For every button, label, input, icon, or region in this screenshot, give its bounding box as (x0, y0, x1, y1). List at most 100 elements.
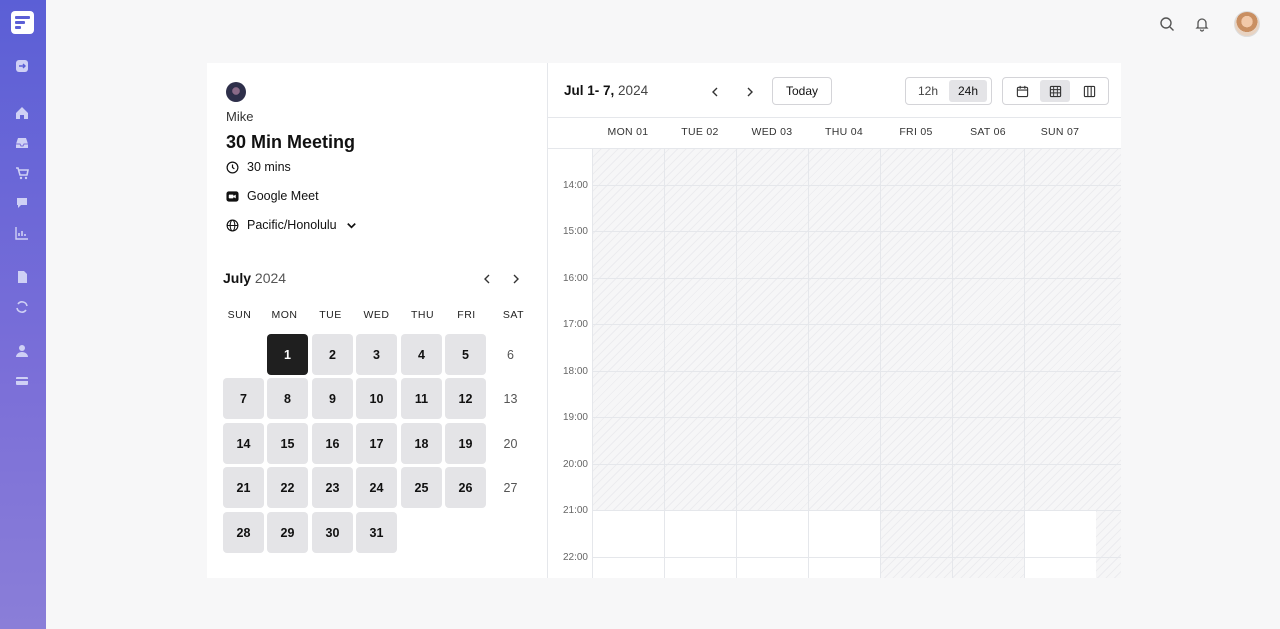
month-title: July 2024 (223, 270, 286, 286)
calendar-day[interactable]: 25 (401, 467, 442, 508)
sidebar (0, 0, 46, 629)
weekday-thu: THU (410, 309, 435, 321)
timezone-text: Pacific/Honolulu (247, 218, 337, 232)
next-month-chevron-right-icon[interactable] (510, 272, 522, 284)
calendar-day[interactable]: 17 (356, 423, 397, 464)
calendar-icon (1016, 85, 1028, 97)
time-label: 21:00 (562, 505, 588, 516)
duration-row: 30 mins (226, 160, 291, 174)
calendar-day[interactable]: 19 (445, 423, 486, 464)
day-column-sun[interactable] (1024, 149, 1096, 578)
user-avatar[interactable] (1234, 11, 1260, 37)
clock-icon (226, 161, 239, 173)
week-range-title: Jul 1- 7, 2024 (564, 83, 648, 98)
calendar-day[interactable]: 10 (356, 378, 397, 419)
calendar-day[interactable]: 30 (312, 512, 353, 553)
week-range: Jul 1- 7, (564, 83, 615, 98)
24h-format-button[interactable]: 24h (949, 80, 987, 102)
calendar-day[interactable]: 24 (356, 467, 397, 508)
home-icon[interactable] (14, 106, 30, 120)
globe-icon (226, 219, 239, 231)
credit-card-icon[interactable] (14, 374, 30, 388)
weekday-fri: FRI (457, 309, 476, 321)
day-column-fri[interactable] (880, 149, 952, 578)
column-view-button[interactable] (1074, 80, 1104, 102)
calendar-day: 6 (507, 347, 514, 362)
timezone-selector[interactable]: Pacific/Honolulu (226, 218, 358, 232)
hour-line (592, 324, 1121, 325)
calendar-day[interactable]: 4 (401, 334, 442, 375)
bell-icon[interactable] (1194, 16, 1210, 32)
time-label: 18:00 (562, 366, 588, 377)
calendar-day: 13 (503, 391, 518, 406)
calendar-day[interactable]: 9 (312, 378, 353, 419)
time-label: 22:00 (562, 552, 588, 563)
today-button[interactable]: Today (772, 77, 832, 105)
day-column-wed[interactable] (736, 149, 808, 578)
host-avatar (226, 82, 246, 102)
location-row: Google Meet (226, 189, 319, 203)
hour-line (592, 417, 1121, 418)
grid-icon (1049, 85, 1061, 97)
week-calendar: Jul 1- 7, 2024 Today 12h 24h MON 01 TUE … (547, 63, 1121, 578)
month-name: July (223, 270, 252, 286)
calendar-day[interactable]: 5 (445, 334, 486, 375)
time-label: 19:00 (562, 412, 588, 423)
chart-icon[interactable] (14, 226, 30, 240)
weekday-wed: WED (363, 309, 390, 321)
weekday-tue: TUE (319, 309, 342, 321)
day-column-mon[interactable] (592, 149, 664, 578)
calendar-day[interactable]: 3 (356, 334, 397, 375)
calendar-day[interactable]: 26 (445, 467, 486, 508)
calendar-day[interactable]: 12 (445, 378, 486, 419)
weekday-mon: MON (271, 309, 298, 321)
day-column-sat[interactable] (952, 149, 1024, 578)
chat-icon[interactable] (14, 196, 30, 210)
app-logo[interactable] (11, 11, 34, 34)
refresh-icon[interactable] (14, 300, 30, 314)
calendar-day: 20 (503, 436, 518, 451)
time-label: 16:00 (562, 273, 588, 284)
calendar-day[interactable]: 23 (312, 467, 353, 508)
calendar-day[interactable]: 1 (267, 334, 308, 375)
event-title: 30 Min Meeting (226, 132, 356, 152)
video-camera-icon (226, 190, 239, 202)
day-header-tue: TUE 02 (681, 126, 719, 138)
month-view-button[interactable] (1007, 80, 1037, 102)
calendar-day[interactable]: 31 (356, 512, 397, 553)
columns-icon (1083, 85, 1095, 97)
previous-week-chevron-left-icon[interactable] (709, 85, 721, 97)
host-name: Mike (226, 109, 254, 124)
calendar-day[interactable]: 16 (312, 423, 353, 464)
day-header-thu: THU 04 (825, 126, 863, 138)
calendar-day[interactable]: 22 (267, 467, 308, 508)
search-icon[interactable] (1159, 16, 1175, 32)
calendar-day[interactable]: 21 (223, 467, 264, 508)
calendar-day[interactable]: 15 (267, 423, 308, 464)
calendar-day[interactable]: 8 (267, 378, 308, 419)
day-column-tue[interactable] (664, 149, 736, 578)
hour-line (592, 185, 1121, 186)
sign-out-icon[interactable] (14, 59, 30, 73)
next-week-chevron-right-icon[interactable] (744, 85, 756, 97)
inbox-icon[interactable] (14, 136, 30, 150)
calendar-day[interactable]: 7 (223, 378, 264, 419)
day-column-thu[interactable] (808, 149, 880, 578)
calendar-day[interactable]: 14 (223, 423, 264, 464)
12h-format-button[interactable]: 12h (910, 80, 946, 102)
calendar-day[interactable]: 2 (312, 334, 353, 375)
calendar-day[interactable]: 29 (267, 512, 308, 553)
time-grid: 14:00 15:00 16:00 17:00 18:00 19:00 20:0… (548, 149, 1121, 578)
user-icon[interactable] (14, 344, 30, 358)
day-header-sat: SAT 06 (970, 126, 1006, 138)
week-year: 2024 (618, 83, 649, 98)
unavailable-slots (1096, 511, 1121, 578)
calendar-day[interactable]: 18 (401, 423, 442, 464)
document-icon[interactable] (14, 270, 30, 284)
week-view-button[interactable] (1040, 80, 1070, 102)
previous-month-chevron-left-icon[interactable] (481, 272, 493, 284)
calendar-day[interactable]: 28 (223, 512, 264, 553)
hour-line (592, 231, 1121, 232)
calendar-day[interactable]: 11 (401, 378, 442, 419)
cart-icon[interactable] (14, 166, 30, 180)
